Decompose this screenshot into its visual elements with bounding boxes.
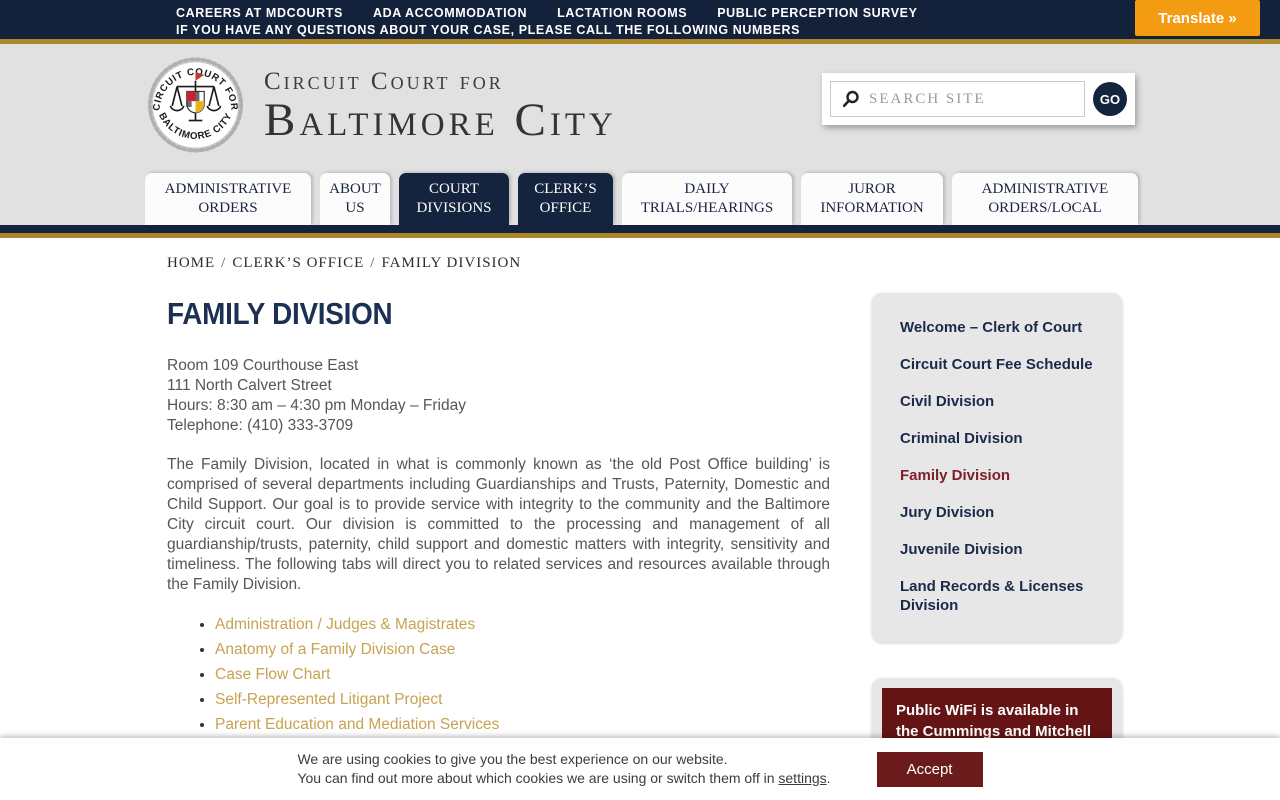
main-nav: ADMINISTRATIVE ORDERS ABOUT US COURT DIV… (145, 173, 1138, 225)
cookie-settings-link[interactable]: settings (778, 770, 826, 786)
link-ada-accommodation[interactable]: ADA ACCOMMODATION (373, 6, 527, 20)
page: CAREERS AT MDCOURTS ADA ACCOMMODATION LA… (0, 0, 1280, 800)
cookie-line1: We are using cookies to give you the bes… (297, 751, 728, 767)
related-links-list: Administration / Judges & Magistrates An… (167, 617, 830, 758)
link-anatomy-family-division-case[interactable]: Anatomy of a Family Division Case (215, 641, 455, 658)
address-telephone: Telephone: (410) 333-3709 (167, 417, 354, 434)
masthead: CIRCUIT COURT FOR BALTIMORE CITY Circuit… (0, 44, 1280, 225)
tab-administrative-orders[interactable]: ADMINISTRATIVE ORDERS (145, 173, 311, 225)
translate-button[interactable]: Translate » (1135, 0, 1260, 36)
tab-court-divisions[interactable]: COURT DIVISIONS (399, 173, 509, 225)
link-case-flow-chart[interactable]: Case Flow Chart (215, 666, 330, 683)
cookie-line2: You can find out more about which cookie… (297, 769, 830, 788)
list-item: Parent Education and Mediation Services (215, 717, 830, 733)
link-lactation-rooms[interactable]: LACTATION ROOMS (557, 6, 687, 20)
list-item: Anatomy of a Family Division Case (215, 642, 830, 658)
address-block: Room 109 Courthouse East 111 North Calve… (167, 356, 830, 436)
site-title: Baltimore City (264, 94, 617, 146)
search-icon (842, 90, 859, 108)
cookie-accept-button[interactable]: Accept (876, 751, 983, 787)
address-hours: Hours: 8:30 am – 4:30 pm Monday – Friday (167, 397, 466, 414)
address-room: Room 109 Courthouse East (167, 357, 359, 374)
sidebar-item-family-division[interactable]: Family Division (900, 457, 1122, 494)
sidebar-item-land-records-licenses[interactable]: Land Records & Licenses Division (900, 568, 1122, 624)
nav-underbar (0, 225, 1280, 238)
link-public-perception-survey[interactable]: PUBLIC PERCEPTION SURVEY (717, 6, 917, 20)
sidebar-item-civil-division[interactable]: Civil Division (900, 383, 1122, 420)
breadcrumb-separator: / (221, 255, 227, 271)
intro-paragraph: The Family Division, located in what is … (167, 456, 830, 593)
sidebar-item-welcome-clerk[interactable]: Welcome – Clerk of Court (900, 309, 1122, 346)
content: HOME / CLERK’S OFFICE / FAMILY DIVISION FAMI… (0, 235, 1280, 800)
search-input[interactable] (869, 84, 1084, 114)
tab-juror-information[interactable]: JUROR INFORMATION (801, 173, 943, 225)
breadcrumb-current: FAMILY DIVISION (381, 255, 522, 271)
page-title: FAMILY DIVISION (167, 296, 393, 331)
site-pretitle: Circuit Court for (264, 68, 504, 95)
link-case-questions-numbers[interactable]: IF YOU HAVE ANY QUESTIONS ABOUT YOUR CAS… (176, 23, 800, 37)
tab-daily-trials-hearings[interactable]: DAILY TRIALS/HEARINGS (622, 173, 792, 225)
main-column: HOME / CLERK’S OFFICE / FAMILY DIVISION FAMI… (167, 235, 830, 767)
cookie-message: We are using cookies to give you the bes… (297, 750, 830, 788)
breadcrumb-clerks-office[interactable]: CLERK’S OFFICE (232, 255, 364, 271)
tab-about-us[interactable]: ABOUT US (320, 173, 390, 225)
breadcrumb: HOME / CLERK’S OFFICE / FAMILY DIVISION (167, 255, 830, 272)
utility-links: CAREERS AT MDCOURTS ADA ACCOMMODATION LA… (176, 6, 918, 40)
tab-administrative-orders-local[interactable]: ADMINISTRATIVE ORDERS/LOCAL (952, 173, 1138, 225)
site-title-block: Circuit Court for Baltimore City (264, 68, 617, 145)
list-item: Case Flow Chart (215, 667, 830, 683)
scales-of-justice-seal-icon: CIRCUIT COURT FOR BALTIMORE CITY (147, 57, 244, 153)
cookie-line2-suffix: . (826, 770, 831, 786)
link-self-represented-litigant-project[interactable]: Self-Represented Litigant Project (215, 691, 442, 708)
link-administration-judges-magistrates[interactable]: Administration / Judges & Magistrates (215, 616, 475, 633)
search-field (830, 81, 1085, 117)
sidebar-item-fee-schedule[interactable]: Circuit Court Fee Schedule (900, 346, 1122, 383)
list-item: Self-Represented Litigant Project (215, 692, 830, 708)
sidebar-item-criminal-division[interactable]: Criminal Division (900, 420, 1122, 457)
sidebar-item-jury-division[interactable]: Jury Division (900, 494, 1122, 531)
breadcrumb-separator: / (370, 255, 376, 271)
link-parent-education-mediation[interactable]: Parent Education and Mediation Services (215, 716, 499, 733)
list-item: Administration / Judges & Magistrates (215, 617, 830, 633)
breadcrumb-home[interactable]: HOME (167, 255, 215, 271)
sidebar-item-juvenile-division[interactable]: Juvenile Division (900, 531, 1122, 568)
sidebar: Welcome – Clerk of Court Circuit Court F… (872, 293, 1122, 800)
search-go-button[interactable]: GO (1093, 82, 1127, 116)
link-careers-mdcourts[interactable]: CAREERS AT MDCOURTS (176, 6, 343, 20)
cookie-line2-prefix: You can find out more about which cookie… (297, 770, 779, 786)
cookie-banner: We are using cookies to give you the bes… (0, 738, 1280, 800)
address-street: 111 North Calvert Street (167, 377, 332, 394)
court-seal: CIRCUIT COURT FOR BALTIMORE CITY (147, 55, 244, 155)
clerks-office-menu: Welcome – Clerk of Court Circuit Court F… (872, 293, 1122, 642)
site-search: GO (822, 73, 1135, 125)
tab-clerks-office[interactable]: CLERK’S OFFICE (518, 173, 613, 225)
utility-topbar: CAREERS AT MDCOURTS ADA ACCOMMODATION LA… (0, 0, 1280, 44)
